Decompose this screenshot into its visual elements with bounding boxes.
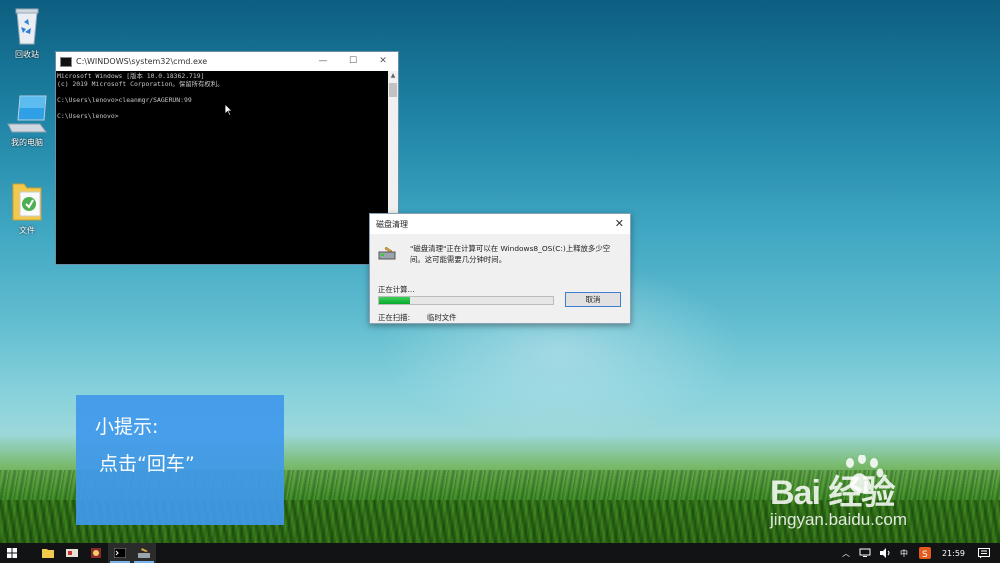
show-hidden-icons-icon[interactable]: ︿ xyxy=(842,548,850,559)
taskbar-app-cmd[interactable] xyxy=(108,543,132,563)
taskbar-app-explorer[interactable] xyxy=(36,543,60,563)
taskbar-app-disk-cleanup[interactable] xyxy=(132,543,156,563)
cmd-title: C:\WINDOWS\system32\cmd.exe xyxy=(76,57,208,66)
mail-icon xyxy=(66,549,78,557)
console-line: Microsoft Windows [版本 10.0.18362.719] xyxy=(57,72,205,80)
close-button[interactable]: ✕ xyxy=(368,52,398,71)
baidu-watermark: Bai 经验 jingyan.baidu.com xyxy=(770,455,908,530)
desktop-icon-folder[interactable]: 文件 xyxy=(2,180,52,236)
folder-icon xyxy=(12,183,42,221)
sogou-input-icon[interactable]: S xyxy=(918,547,931,559)
scan-value: 临时文件 xyxy=(427,313,457,322)
media-icon xyxy=(91,548,101,558)
scan-label: 正在扫描: xyxy=(378,313,411,322)
cancel-button[interactable]: 取消 xyxy=(565,292,621,307)
cmd-window[interactable]: C:\WINDOWS\system32\cmd.exe — ☐ ✕ Micros… xyxy=(55,51,399,265)
mouse-pointer-icon xyxy=(225,104,233,116)
minimize-button[interactable]: — xyxy=(308,52,338,71)
progress-bar xyxy=(378,296,554,305)
ime-indicator[interactable]: 中 xyxy=(900,548,908,559)
tip-box: 小提示: 点击“回车” xyxy=(76,395,284,525)
volume-icon[interactable] xyxy=(879,548,891,558)
desktop-icon-label: 回收站 xyxy=(15,50,39,59)
maximize-button[interactable]: ☐ xyxy=(338,52,368,71)
dialog-close-button[interactable]: ✕ xyxy=(615,217,624,230)
taskbar-app-media[interactable] xyxy=(84,543,108,563)
scrollbar-thumb[interactable] xyxy=(389,83,397,97)
dialog-titlebar[interactable]: 磁盘清理 ✕ xyxy=(370,214,630,234)
scroll-up-icon[interactable]: ▲ xyxy=(388,71,398,81)
disk-cleanup-dialog[interactable]: 磁盘清理 ✕ "磁盘清理"正在计算可以在 Windows8_OS(C:)上释放多… xyxy=(369,213,631,324)
start-button[interactable] xyxy=(0,543,24,563)
cmd-icon xyxy=(60,56,72,67)
watermark-logo: Bai 经验 xyxy=(770,474,895,512)
tip-text: 点击“回车” xyxy=(99,453,195,475)
desktop-icon-recycle-bin[interactable]: 回收站 xyxy=(2,6,52,60)
watermark-url: jingyan.baidu.com xyxy=(770,510,908,529)
desktop-icon-computer[interactable]: 我的电脑 xyxy=(2,94,52,148)
network-icon[interactable] xyxy=(859,548,871,558)
taskbar-app-mail[interactable] xyxy=(60,543,84,563)
dialog-title: 磁盘清理 xyxy=(376,220,408,229)
disk-cleanup-icon xyxy=(378,246,396,260)
clock[interactable]: 21:59 xyxy=(942,549,965,558)
action-center-icon[interactable] xyxy=(978,547,990,559)
system-tray: ︿ 中 S 21:59 xyxy=(837,543,1000,563)
calculating-status: 正在计算... xyxy=(378,285,415,294)
disk-cleanup-icon xyxy=(138,548,150,558)
progress-fill xyxy=(379,297,411,304)
taskbar: ︿ 中 S 21:59 xyxy=(0,543,1000,563)
desktop-icon-label: 我的电脑 xyxy=(11,138,43,147)
windows-logo-icon xyxy=(7,548,17,558)
svg-text:S: S xyxy=(922,550,928,559)
console-output[interactable]: Microsoft Windows [版本 10.0.18362.719] (c)… xyxy=(56,71,389,264)
console-line: C:\Users\lenovo> xyxy=(57,112,119,120)
cmd-titlebar[interactable]: C:\WINDOWS\system32\cmd.exe — ☐ ✕ xyxy=(56,52,398,71)
computer-icon xyxy=(7,95,47,133)
console-line: C:\Users\lenovo>cleanmgr/SAGERUN:99 xyxy=(57,96,192,104)
desktop-icon-label: 文件 xyxy=(19,226,35,235)
dialog-message: "磁盘清理"正在计算可以在 Windows8_OS(C:)上释放多少空间。这可能… xyxy=(410,244,611,264)
console-line: (c) 2019 Microsoft Corporation。保留所有权利。 xyxy=(57,80,224,88)
cmd-icon xyxy=(114,548,126,558)
recycle-bin-icon xyxy=(15,8,39,45)
tip-title: 小提示: xyxy=(95,416,159,438)
desktop: 回收站 我的电脑 文件 C:\WINDOWS\system32\cmd.exe … xyxy=(0,0,1000,543)
file-explorer-icon xyxy=(42,549,54,558)
baidu-paw-logo xyxy=(846,455,884,494)
